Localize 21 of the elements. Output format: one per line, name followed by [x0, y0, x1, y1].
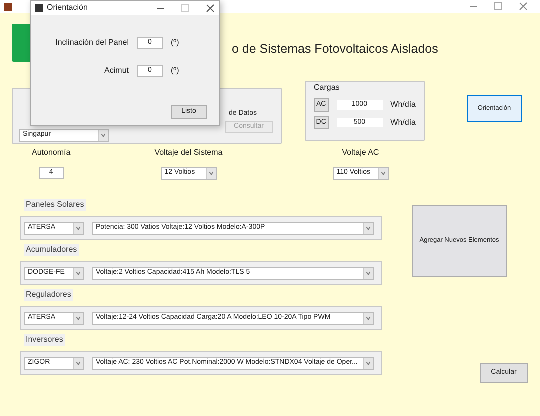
group-title: Reguladores	[24, 289, 74, 301]
maximize-icon[interactable]	[494, 2, 503, 11]
close-icon[interactable]	[206, 4, 215, 12]
dialog-icon	[35, 4, 43, 12]
setting-label: Voltaje del Sistema	[154, 147, 223, 159]
unit-label: Wh/día	[390, 116, 416, 129]
field-label: Acimut	[104, 65, 129, 77]
unit-label: (º)	[171, 65, 180, 77]
app-icon	[4, 2, 12, 10]
field-label: Inclinación del Panel	[54, 37, 129, 49]
setting-label: Autonomía	[32, 147, 71, 159]
setting-label: Voltaje AC	[342, 147, 380, 159]
dialog-title: Orientación	[47, 2, 88, 14]
group-title: Acumuladores	[24, 244, 80, 256]
loads-title: Cargas	[314, 82, 341, 94]
unit-label: Wh/día	[390, 98, 416, 111]
group-title: Paneles Solares	[24, 199, 86, 211]
app-title: o de Sistemas Fotovoltaicos Aislados	[232, 40, 438, 58]
group-title: Inversores	[24, 334, 66, 346]
close-icon[interactable]	[519, 2, 528, 11]
unit-label: (º)	[171, 37, 180, 49]
